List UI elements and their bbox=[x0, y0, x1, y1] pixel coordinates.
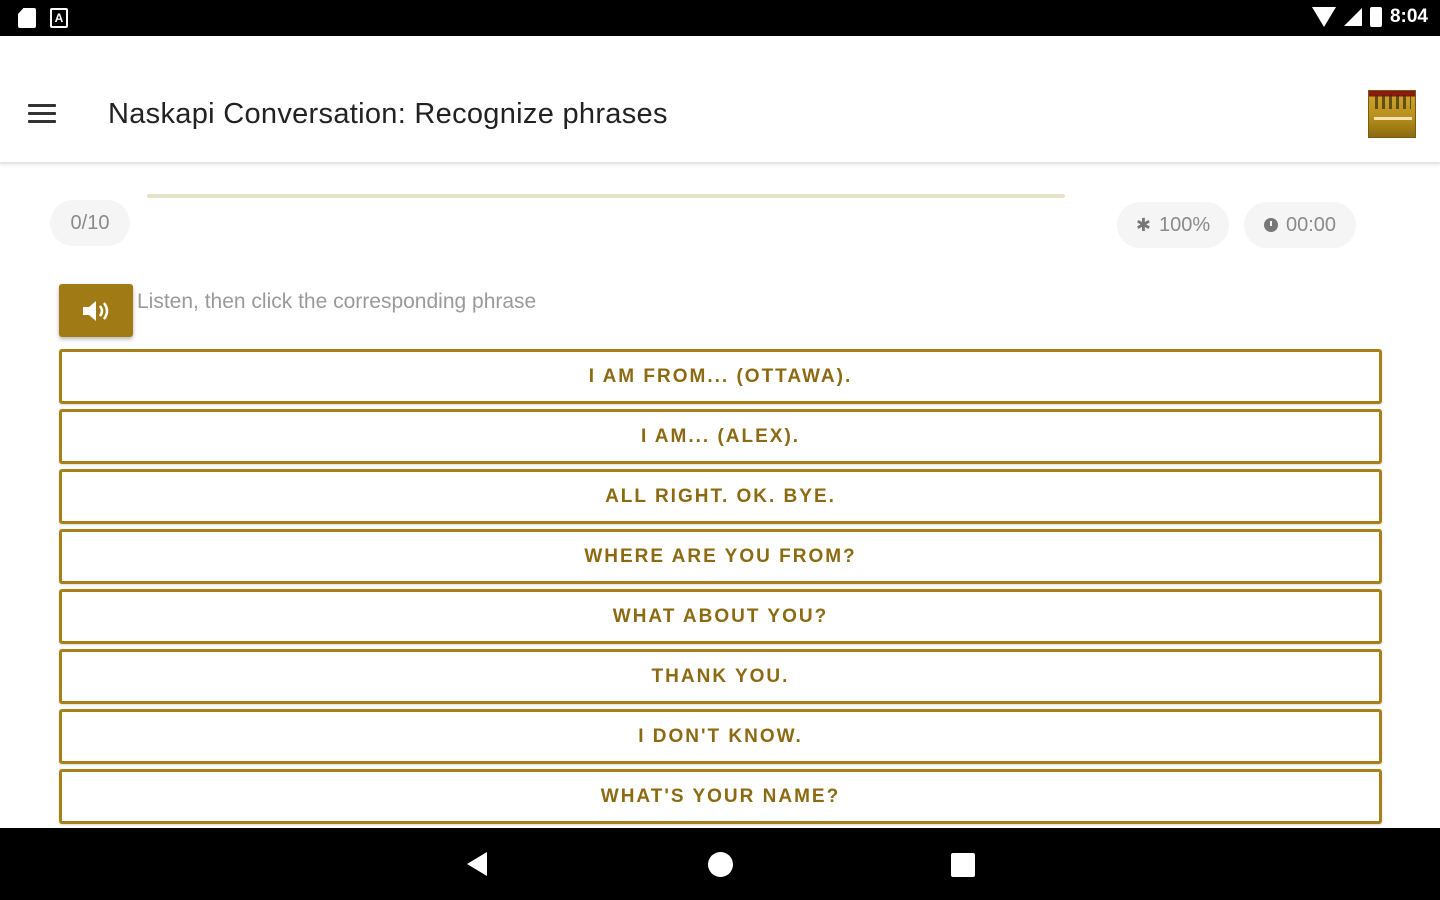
question-counter-text: 0/10 bbox=[70, 211, 110, 234]
instruction-text: Listen, then click the corresponding phr… bbox=[137, 290, 537, 313]
answer-option[interactable]: I DON'T KNOW. bbox=[59, 709, 1382, 764]
system-nav-bar bbox=[0, 828, 1440, 900]
page-title: Naskapi Conversation: Recognize phrases bbox=[108, 98, 668, 130]
back-icon[interactable] bbox=[467, 852, 487, 876]
battery-icon bbox=[1369, 7, 1382, 27]
play-audio-button[interactable] bbox=[59, 284, 133, 337]
answer-options: I AM FROM... (OTTAWA). I AM... (ALEX). A… bbox=[59, 349, 1382, 829]
wifi-icon bbox=[1311, 7, 1336, 27]
status-right-icons: 8:04 bbox=[1311, 6, 1428, 28]
accuracy-badge: ✱ 100% bbox=[1117, 202, 1229, 248]
sd-card-icon bbox=[18, 8, 36, 28]
answer-option[interactable]: I AM... (ALEX). bbox=[59, 409, 1382, 464]
question-counter: 0/10 bbox=[50, 200, 130, 246]
accuracy-text: 100% bbox=[1158, 213, 1211, 236]
status-bar: A 8:04 bbox=[0, 0, 1440, 36]
answer-option[interactable]: WHAT'S YOUR NAME? bbox=[59, 769, 1382, 824]
progress-bar bbox=[147, 194, 1065, 198]
recent-apps-icon[interactable] bbox=[951, 853, 975, 877]
cell-signal-icon bbox=[1343, 8, 1362, 26]
timer-badge: 00:00 bbox=[1244, 202, 1356, 248]
timer-text: 00:00 bbox=[1285, 213, 1337, 236]
answer-option[interactable]: ALL RIGHT. OK. BYE. bbox=[59, 469, 1382, 524]
hamburger-menu-icon[interactable] bbox=[28, 104, 56, 124]
status-time: 8:04 bbox=[1389, 6, 1428, 27]
star-icon: ✱ bbox=[1135, 214, 1151, 235]
answer-option[interactable]: WHAT ABOUT YOU? bbox=[59, 589, 1382, 644]
app-logo-icon[interactable] bbox=[1368, 90, 1416, 138]
speaker-icon bbox=[83, 300, 109, 321]
status-left-icons: A bbox=[18, 8, 68, 28]
accessibility-icon: A bbox=[50, 8, 68, 28]
answer-option[interactable]: I AM FROM... (OTTAWA). bbox=[59, 349, 1382, 404]
answer-option[interactable]: WHERE ARE YOU FROM? bbox=[59, 529, 1382, 584]
clock-icon bbox=[1263, 218, 1278, 232]
answer-option[interactable]: THANK YOU. bbox=[59, 649, 1382, 704]
home-icon[interactable] bbox=[708, 852, 733, 877]
app-bar: Naskapi Conversation: Recognize phrases bbox=[0, 36, 1440, 164]
